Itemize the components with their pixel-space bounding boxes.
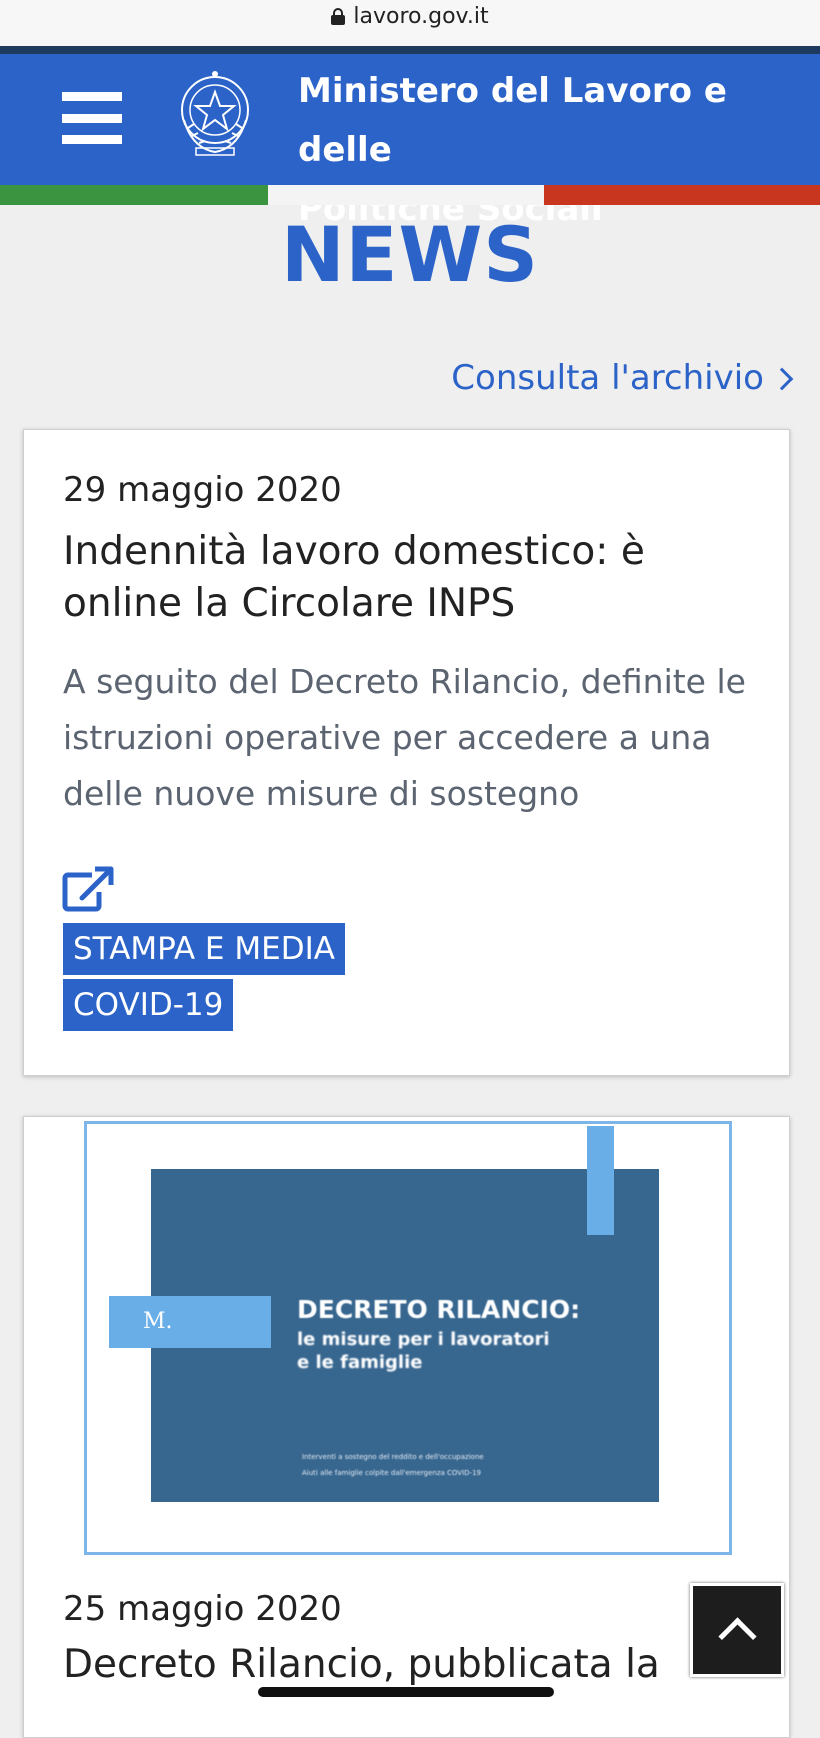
chevron-up-icon — [717, 1616, 757, 1656]
italian-republic-emblem-icon[interactable] — [172, 68, 258, 160]
flag-green — [0, 185, 268, 205]
archive-link-label: Consulta l'archivio — [451, 358, 764, 398]
thumbnail-caption: Interventi a sostegno del reddito e dell… — [302, 1449, 484, 1481]
chevron-right-icon — [770, 367, 794, 391]
thumbnail-caption-line1: Interventi a sostegno del reddito e dell… — [302, 1453, 484, 1461]
thumbnail-subtitle-line1: le misure per i lavoratori — [297, 1329, 550, 1350]
article-date: 25 maggio 2020 — [63, 1589, 342, 1629]
article-thumbnail[interactable]: M. DECRETO RILANCIO: le misure per i lav… — [84, 1121, 732, 1555]
browser-address-bar[interactable]: lavoro.gov.it — [0, 0, 820, 46]
article-summary: A seguito del Decreto Rilancio, definite… — [63, 662, 746, 813]
news-card[interactable]: 29 maggio 2020 Indennità lavoro domestic… — [23, 429, 790, 1076]
italian-flag-stripe — [0, 185, 820, 205]
thumbnail-tab — [587, 1126, 614, 1235]
news-card[interactable]: M. DECRETO RILANCIO: le misure per i lav… — [23, 1116, 790, 1738]
article-title-link[interactable]: Decreto Rilancio, pubblicata la — [63, 1639, 763, 1691]
archive-link[interactable]: Consulta l'archivio — [451, 358, 794, 398]
article-title-link[interactable]: Indennità lavoro domestico: è online la … — [63, 526, 763, 630]
thumbnail-caption-line2: Aiuti alle famiglie colpite dall'emergen… — [302, 1469, 481, 1477]
thumbnail-title: DECRETO RILANCIO: — [297, 1295, 581, 1324]
flag-red — [544, 185, 820, 205]
ministry-logo: M. — [109, 1296, 271, 1348]
thumbnail-subtitle-line2: e le famiglie — [297, 1352, 423, 1373]
thumbnail-subtitle: le misure per i lavoratori e le famiglie — [297, 1328, 550, 1374]
url-text: lavoro.gov.it — [353, 4, 489, 29]
tag-covid-19[interactable]: COVID-19 — [63, 979, 234, 1031]
flag-white — [268, 185, 544, 205]
external-link-icon[interactable] — [62, 866, 114, 912]
site-header: Ministero del Lavoro e delle Politiche S… — [0, 54, 820, 229]
url-display[interactable]: lavoro.gov.it — [331, 4, 489, 29]
hamburger-menu-icon[interactable] — [62, 92, 122, 144]
home-indicator[interactable] — [258, 1687, 554, 1697]
tag-stampa-e-media[interactable]: STAMPA E MEDIA — [63, 923, 345, 975]
site-title-line1: Ministero del Lavoro e delle — [298, 71, 727, 170]
scroll-to-top-button[interactable] — [690, 1583, 784, 1677]
lock-icon — [331, 8, 346, 25]
header-top-border — [0, 46, 820, 54]
page-title: NEWS — [280, 210, 540, 299]
article-date: 29 maggio 2020 — [63, 470, 342, 510]
